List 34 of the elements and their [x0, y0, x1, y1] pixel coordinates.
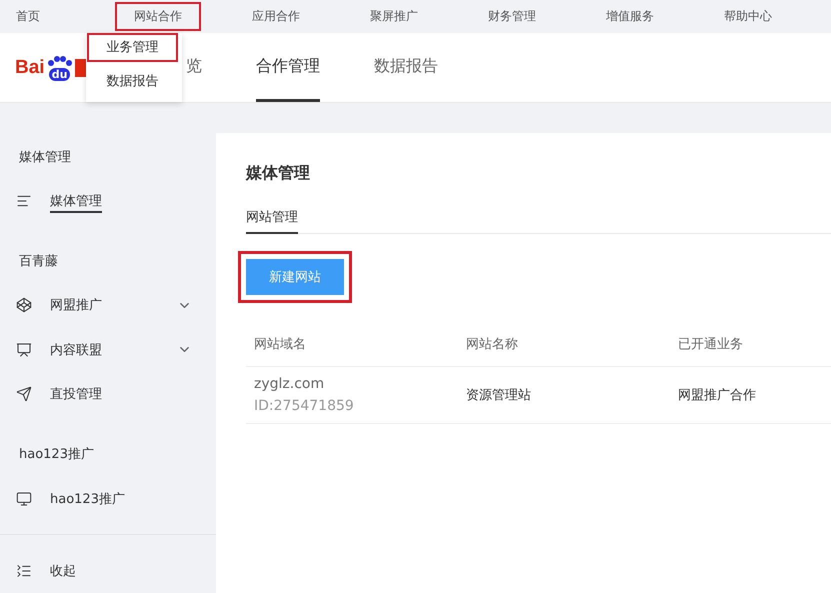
- cube-icon: [16, 297, 32, 314]
- nav-link[interactable]: 首页: [0, 2, 59, 31]
- menu-item[interactable]: 业务管理: [89, 35, 176, 60]
- sidebar-item[interactable]: 网盟推广: [0, 283, 216, 328]
- tab[interactable]: 数据报告: [374, 33, 438, 102]
- group-title: hao123推广: [18, 446, 95, 464]
- sidebar-item[interactable]: 媒体管理: [0, 179, 216, 224]
- group-title: 百青藤: [18, 253, 59, 272]
- table-cell-text: 资源管理站: [466, 387, 532, 404]
- table-cell-text: 网盟推广合作: [678, 387, 757, 404]
- sidebar-item[interactable]: hao123推广: [0, 476, 216, 521]
- monitor-icon: [16, 490, 32, 507]
- nav-link[interactable]: 帮助中心: [705, 2, 791, 31]
- nav-link[interactable]: 应用合作: [233, 2, 319, 31]
- nav-link[interactable]: 增值服务: [587, 2, 673, 31]
- page-title: 媒体管理: [246, 163, 311, 184]
- tab[interactable]: 览: [186, 33, 202, 102]
- send-icon: [16, 386, 32, 402]
- domain-text: zyglz.com: [254, 376, 326, 392]
- column-header: 已开通业务: [670, 321, 831, 367]
- presentation-icon: [16, 342, 32, 358]
- id-text: ID:275471859: [254, 398, 355, 414]
- column-header: 网站名称: [458, 321, 670, 367]
- nav-link[interactable]: 财务管理: [469, 2, 555, 31]
- nav-link[interactable]: 聚屏推广: [351, 2, 437, 31]
- tab[interactable]: 合作管理: [256, 33, 320, 102]
- nav-link[interactable]: 网站合作: [115, 2, 201, 31]
- column-header: 网站域名: [246, 321, 458, 367]
- group-title: 媒体管理: [18, 149, 72, 167]
- menu-item[interactable]: 数据报告: [89, 68, 176, 93]
- sub-tab[interactable]: 网站管理: [246, 208, 298, 234]
- sidebar-item[interactable]: 直投管理: [0, 372, 216, 417]
- sidebar-item[interactable]: 内容联盟: [0, 328, 216, 372]
- collapse-icon: [16, 563, 32, 580]
